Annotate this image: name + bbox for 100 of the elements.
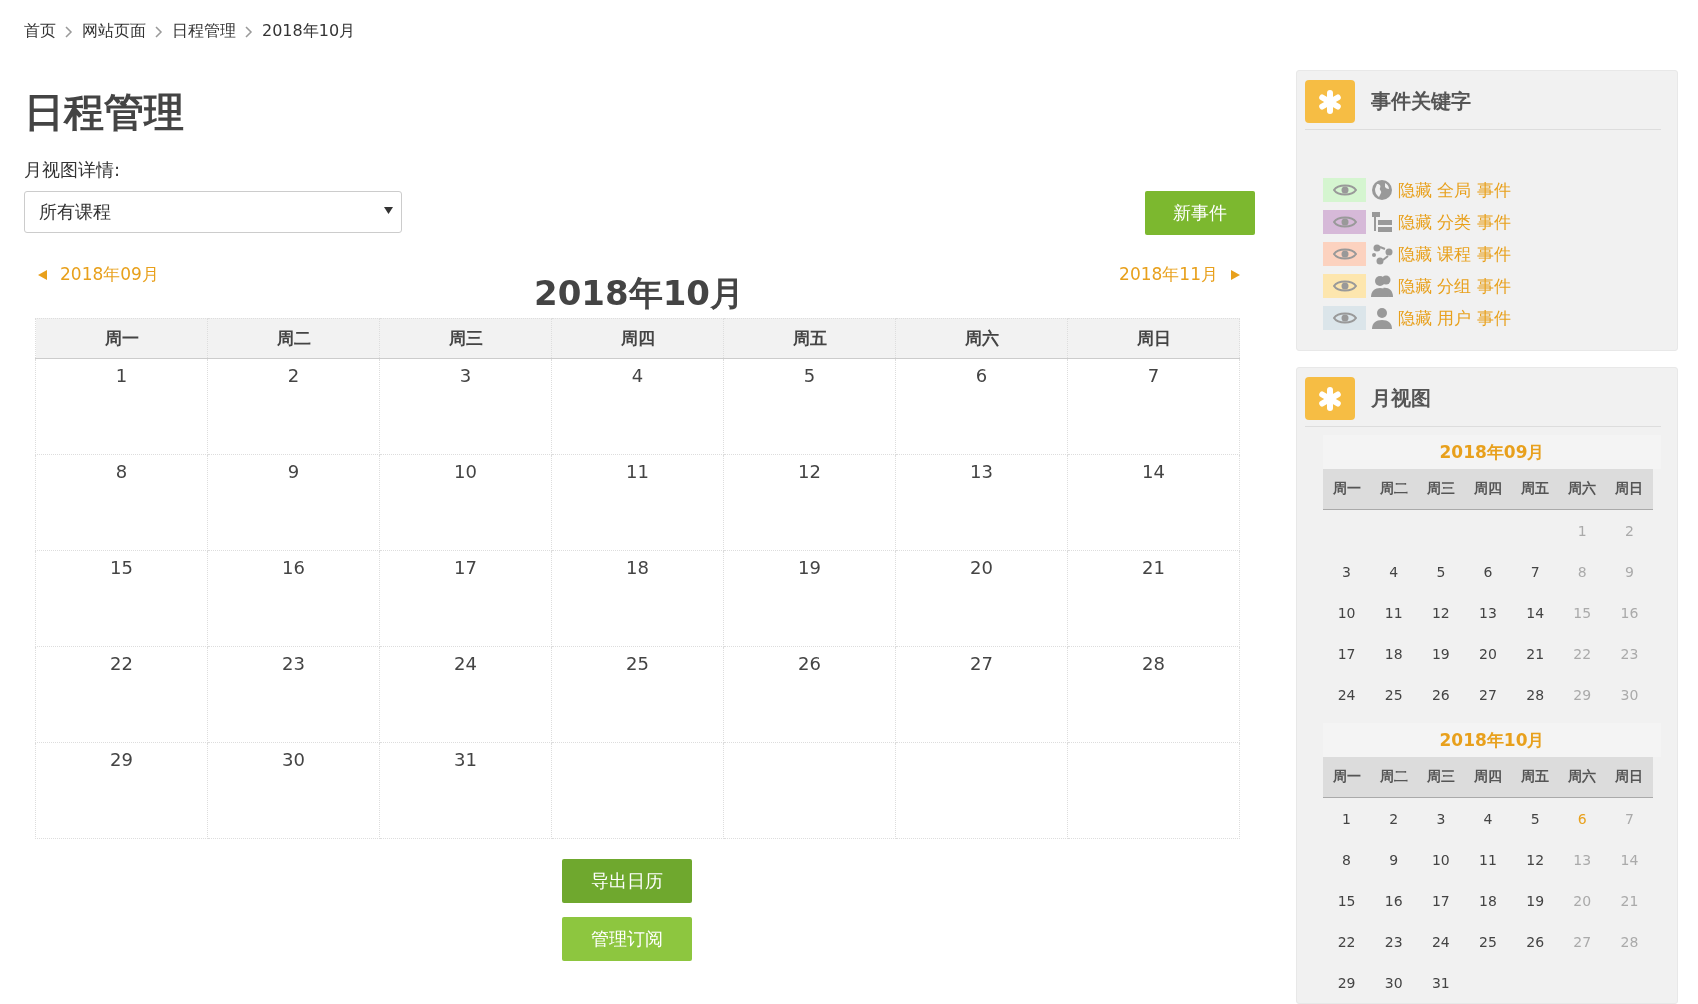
day-number[interactable]: 31 bbox=[454, 748, 477, 770]
day-number[interactable]: 7 bbox=[1530, 563, 1540, 580]
day-number[interactable]: 11 bbox=[626, 460, 649, 482]
day-number[interactable]: 2 bbox=[287, 364, 300, 386]
day-number[interactable]: 22 bbox=[1337, 933, 1356, 950]
nodes-icon bbox=[1371, 243, 1393, 265]
day-number[interactable]: 15 bbox=[110, 556, 133, 578]
day-number[interactable]: 5 bbox=[1436, 563, 1446, 580]
chevron-icon bbox=[155, 25, 163, 38]
day-number[interactable]: 7 bbox=[1147, 364, 1160, 386]
day-number[interactable]: 30 bbox=[282, 748, 305, 770]
eye-icon[interactable] bbox=[1323, 274, 1366, 298]
day-number[interactable]: 12 bbox=[1526, 851, 1545, 868]
weekday-header: 周日 bbox=[1067, 318, 1240, 359]
weekday-header: 周六 bbox=[1558, 757, 1606, 798]
day-number[interactable]: 6 bbox=[975, 364, 988, 386]
day-number[interactable]: 4 bbox=[1389, 563, 1399, 580]
eye-icon[interactable] bbox=[1323, 178, 1366, 202]
day-number[interactable]: 13 bbox=[1479, 604, 1497, 621]
day-number[interactable]: 4 bbox=[1483, 810, 1493, 827]
day-number[interactable]: 18 bbox=[1479, 892, 1497, 909]
day-number[interactable]: 22 bbox=[110, 652, 133, 674]
day-number[interactable]: 1 bbox=[1342, 810, 1352, 827]
chevron-icon bbox=[245, 25, 253, 38]
day-number[interactable]: 5 bbox=[1530, 810, 1540, 827]
day-number[interactable]: 11 bbox=[1384, 604, 1403, 621]
day-number[interactable]: 28 bbox=[1526, 686, 1545, 703]
day-number[interactable]: 18 bbox=[1384, 645, 1403, 662]
day-number[interactable]: 31 bbox=[1431, 974, 1450, 991]
day-number[interactable]: 3 bbox=[459, 364, 472, 386]
day-number[interactable]: 19 bbox=[1526, 892, 1545, 909]
day-number[interactable]: 3 bbox=[1342, 563, 1352, 580]
day-number[interactable]: 8 bbox=[1342, 851, 1352, 868]
day-number[interactable]: 24 bbox=[1337, 686, 1356, 703]
day-number[interactable]: 8 bbox=[115, 460, 128, 482]
day-number[interactable]: 17 bbox=[1431, 892, 1450, 909]
globe-icon bbox=[1371, 179, 1393, 201]
day-number[interactable]: 13 bbox=[970, 460, 993, 482]
day-number[interactable]: 25 bbox=[626, 652, 649, 674]
weekday-header: 周日 bbox=[1605, 469, 1653, 510]
filter-label: 月视图详情: bbox=[24, 158, 122, 182]
panel-title: 月视图 bbox=[1371, 385, 1431, 412]
day-number[interactable]: 12 bbox=[1431, 604, 1450, 621]
day-number[interactable]: 21 bbox=[1142, 556, 1165, 578]
day-number[interactable]: 14 bbox=[1526, 604, 1545, 621]
course-select[interactable]: 所有课程 bbox=[24, 191, 402, 233]
day-number[interactable]: 4 bbox=[631, 364, 644, 386]
day-number[interactable]: 20 bbox=[970, 556, 993, 578]
breadcrumb-link[interactable]: 日程管理 bbox=[172, 21, 236, 42]
day-number[interactable]: 19 bbox=[1431, 645, 1450, 662]
day-number[interactable]: 16 bbox=[282, 556, 305, 578]
eye-icon[interactable] bbox=[1323, 242, 1366, 266]
weekday-header: 周五 bbox=[723, 318, 896, 359]
day-number[interactable]: 18 bbox=[626, 556, 649, 578]
day-number[interactable]: 12 bbox=[798, 460, 821, 482]
breadcrumb-link[interactable]: 首页 bbox=[24, 21, 56, 42]
day-number[interactable]: 23 bbox=[1384, 933, 1403, 950]
day-number[interactable]: 17 bbox=[454, 556, 477, 578]
day-number[interactable]: 15 bbox=[1337, 892, 1356, 909]
day-number[interactable]: 17 bbox=[1337, 645, 1356, 662]
day-number[interactable]: 30 bbox=[1384, 974, 1403, 991]
day-number[interactable]: 21 bbox=[1526, 645, 1545, 662]
day-number[interactable]: 28 bbox=[1142, 652, 1165, 674]
day-number[interactable]: 3 bbox=[1436, 810, 1446, 827]
right-triangle-icon bbox=[1230, 269, 1240, 280]
day-number[interactable]: 27 bbox=[1479, 686, 1497, 703]
day-number[interactable]: 29 bbox=[110, 748, 133, 770]
panel-title: 事件关键字 bbox=[1371, 88, 1471, 115]
day-number[interactable]: 24 bbox=[454, 652, 477, 674]
day-number[interactable]: 19 bbox=[798, 556, 821, 578]
eye-icon[interactable] bbox=[1323, 306, 1366, 330]
day-number[interactable]: 24 bbox=[1431, 933, 1450, 950]
caret-icon bbox=[384, 206, 393, 214]
breadcrumb-link[interactable]: 网站页面 bbox=[82, 21, 146, 42]
day-number[interactable]: 11 bbox=[1479, 851, 1497, 868]
day-number[interactable]: 9 bbox=[287, 460, 300, 482]
day-number[interactable]: 26 bbox=[798, 652, 821, 674]
day-number[interactable]: 26 bbox=[1526, 933, 1545, 950]
day-number[interactable]: 9 bbox=[1389, 851, 1399, 868]
day-number[interactable]: 20 bbox=[1479, 645, 1497, 662]
day-number[interactable]: 1 bbox=[115, 364, 128, 386]
month-title: 2018年10月 bbox=[534, 273, 744, 314]
day-number[interactable]: 29 bbox=[1337, 974, 1356, 991]
day-number[interactable]: 26 bbox=[1431, 686, 1450, 703]
weekday-header: 周三 bbox=[379, 318, 552, 359]
asterisk-icon bbox=[1305, 80, 1355, 123]
day-number[interactable]: 10 bbox=[1337, 604, 1356, 621]
day-number[interactable]: 2 bbox=[1389, 810, 1399, 827]
weekday-header: 周五 bbox=[1511, 469, 1559, 510]
day-number[interactable]: 25 bbox=[1384, 686, 1403, 703]
day-number[interactable]: 25 bbox=[1479, 933, 1497, 950]
day-number[interactable]: 27 bbox=[970, 652, 993, 674]
day-number[interactable]: 14 bbox=[1142, 460, 1165, 482]
day-number[interactable]: 10 bbox=[1431, 851, 1450, 868]
day-number[interactable]: 6 bbox=[1483, 563, 1493, 580]
day-number[interactable]: 23 bbox=[282, 652, 305, 674]
day-number[interactable]: 5 bbox=[803, 364, 816, 386]
day-number[interactable]: 16 bbox=[1384, 892, 1403, 909]
day-number[interactable]: 10 bbox=[454, 460, 477, 482]
eye-icon[interactable] bbox=[1323, 210, 1366, 234]
